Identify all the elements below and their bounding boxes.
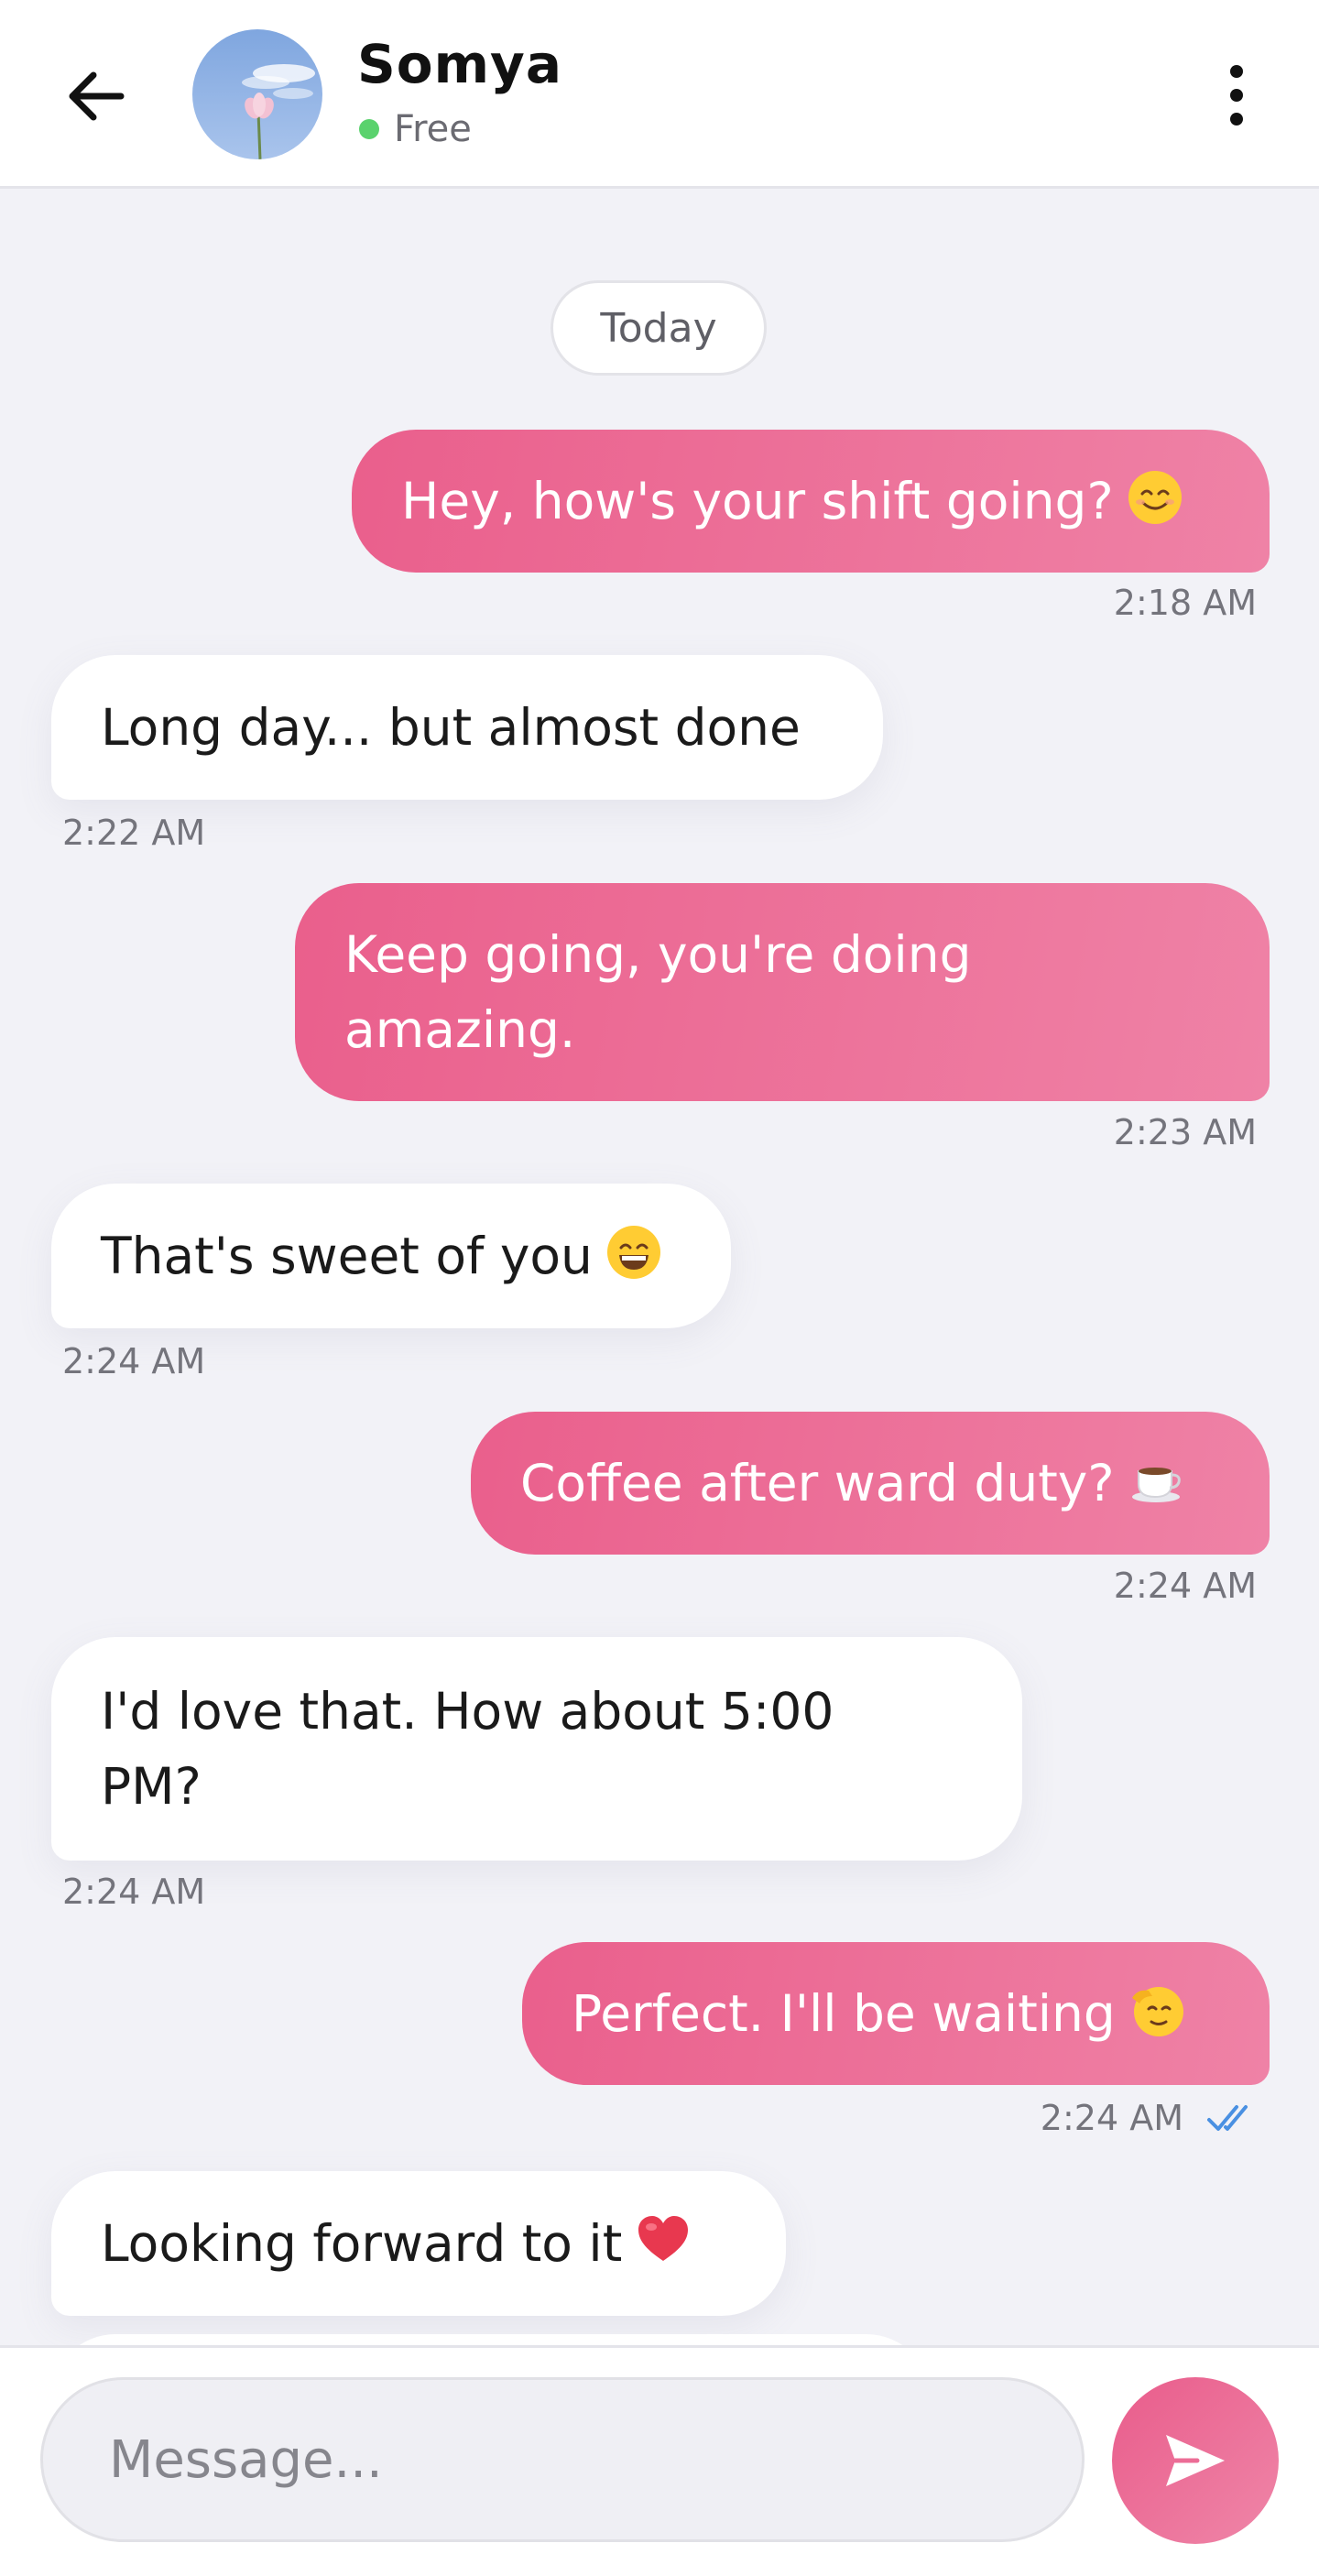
- message-timestamp: 2:18 AM: [1113, 583, 1257, 623]
- message-text: Keep going, you're doing amazing.: [344, 925, 972, 1059]
- message-input[interactable]: [40, 2377, 1085, 2542]
- message-bubble-incoming[interactable]: I'd love that. How about 5:00 PM?: [51, 1637, 1022, 1861]
- smiling-face-icon: [1128, 471, 1182, 524]
- message-text: Long day... but almost done: [101, 698, 801, 757]
- message-timestamp: 2:24 AM: [62, 1872, 206, 1912]
- message-timestamp: 2:24 AM: [1113, 1566, 1257, 1606]
- presence-status: Free: [359, 108, 472, 150]
- contact-name: Somya: [357, 33, 563, 95]
- message-bubble-outgoing[interactable]: Keep going, you're doing amazing.: [295, 883, 1270, 1101]
- arrow-left-icon: [69, 71, 125, 121]
- message-text: That's sweet of you: [101, 1227, 593, 1285]
- send-button[interactable]: [1112, 2377, 1279, 2544]
- day-separator: Today: [550, 280, 767, 376]
- message-timestamp: 2:22 AM: [62, 813, 206, 853]
- message-bubble-outgoing[interactable]: Perfect. I'll be waiting: [522, 1942, 1270, 2085]
- message-text: Looking forward to it: [101, 2214, 623, 2273]
- send-icon: [1166, 2435, 1225, 2486]
- avatar[interactable]: [192, 29, 322, 159]
- more-options-button[interactable]: [1200, 53, 1273, 137]
- message-text: I'd love that. How about 5:00 PM?: [101, 1682, 834, 1816]
- back-button[interactable]: [55, 55, 137, 137]
- message-composer: [0, 2345, 1319, 2576]
- grinning-face-icon: [606, 1226, 660, 1279]
- message-bubble-incoming[interactable]: Long day... but almost done: [51, 655, 883, 800]
- message-text: Hey, how's your shift going?: [401, 472, 1114, 530]
- message-timestamp: 2:23 AM: [1113, 1112, 1257, 1152]
- online-dot-icon: [359, 119, 379, 139]
- red-heart-icon: [638, 2216, 689, 2261]
- chat-header: Somya Free: [0, 0, 1319, 189]
- status-text: Free: [394, 108, 472, 150]
- message-bubble-incoming[interactable]: That's sweet of you: [51, 1184, 731, 1328]
- dot: [1230, 65, 1243, 78]
- double-check-read-icon: [1207, 2105, 1248, 2131]
- message-text: Coffee after ward duty?: [520, 1454, 1115, 1512]
- message-timestamp: 2:24 AM: [1040, 2098, 1183, 2138]
- message-bubble-outgoing[interactable]: Hey, how's your shift going?: [352, 430, 1270, 573]
- saluting-face-icon: [1131, 1987, 1183, 2036]
- message-timestamp: 2:24 AM: [62, 1341, 206, 1381]
- message-bubble-incoming[interactable]: Looking forward to it: [51, 2171, 786, 2316]
- dot: [1230, 89, 1243, 102]
- coffee-cup-icon: [1131, 1468, 1181, 1502]
- dot: [1230, 113, 1243, 126]
- message-bubble-outgoing[interactable]: Coffee after ward duty?: [471, 1412, 1270, 1555]
- message-text: Perfect. I'll be waiting: [572, 1984, 1116, 2043]
